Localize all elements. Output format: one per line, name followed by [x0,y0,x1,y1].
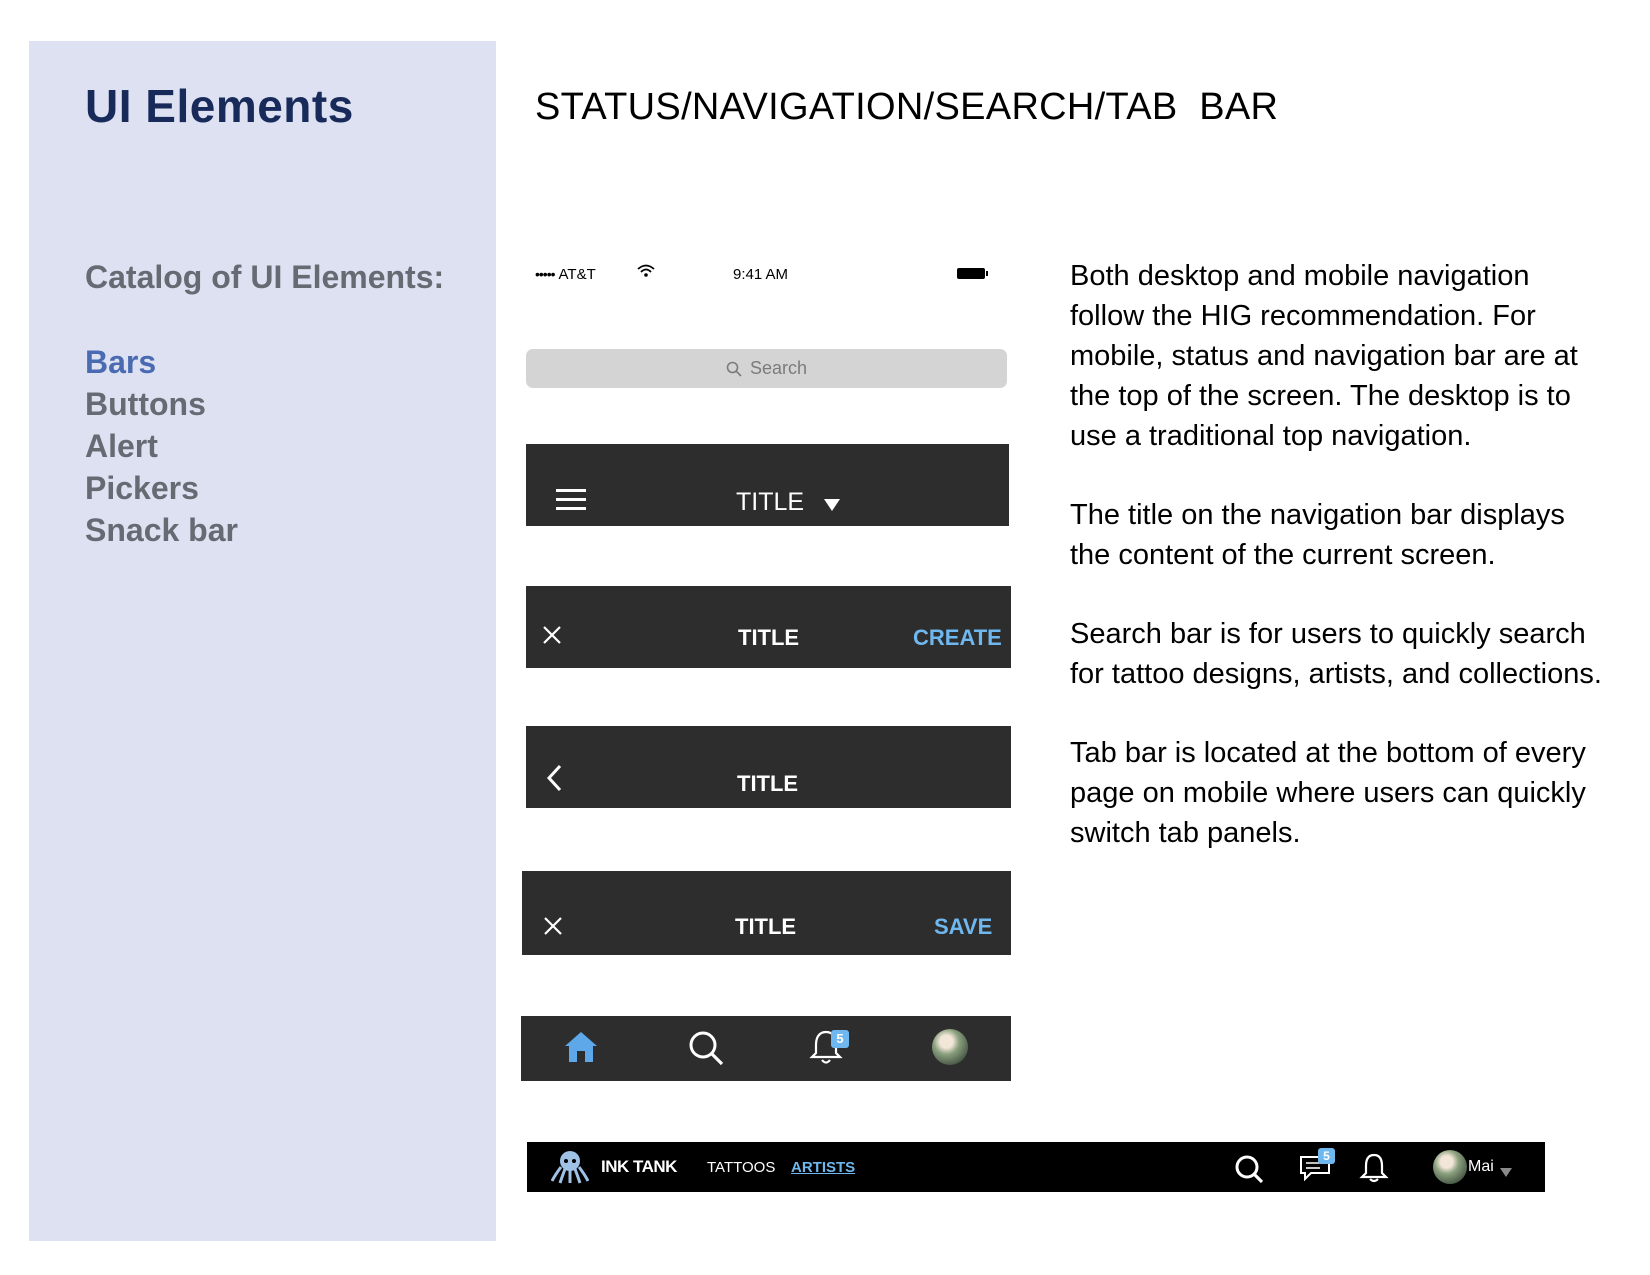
nav-bar-save: TITLE SAVE [522,871,1011,955]
catalog-item-pickers[interactable]: Pickers [85,467,238,509]
catalog-list: Bars Buttons Alert Pickers Snack bar [85,341,238,551]
page-title: STATUS/NAVIGATION/SEARCH/TAB BAR [535,86,1279,128]
search-icon [726,361,742,377]
desktop-nav-bar: INK TANK TATTOOS ARTISTS 5 Mai [527,1142,1545,1192]
nav-title: TITLE [738,625,800,650]
bell-icon[interactable] [1359,1153,1389,1188]
description-paragraph: The title on the navigation bar displays… [1070,499,1565,571]
message-badge: 5 [1318,1148,1335,1164]
sidebar: UI Elements Catalog of UI Elements: Bars… [29,41,496,1241]
nav-bar-menu: TITLE [526,444,1009,526]
catalog-item-bars[interactable]: Bars [85,341,238,383]
carrier-label: AT&T [558,266,596,283]
catalog-heading: Catalog of UI Elements: [85,259,445,295]
user-avatar[interactable] [1433,1150,1467,1184]
back-chevron-icon[interactable] [546,764,562,797]
search-bar[interactable]: Search [526,349,1007,388]
menu-icon[interactable] [556,488,586,517]
status-bar: ••••• AT&T 9:41 AM [535,262,995,288]
nav-title: TITLE [735,914,797,939]
octopus-logo-icon[interactable] [550,1149,590,1190]
notification-badge: 5 [831,1030,849,1048]
create-button[interactable]: CREATE [913,625,1002,651]
catalog-item-snack-bar[interactable]: Snack bar [85,509,238,551]
search-icon[interactable] [1234,1154,1264,1189]
tab-home-icon[interactable] [563,1030,599,1069]
description-paragraph: Both desktop and mobile navigation follo… [1070,260,1578,452]
sidebar-title: UI Elements [85,80,354,132]
carrier: ••••• AT&T [535,266,596,283]
status-time: 9:41 AM [733,266,789,283]
caret-down-icon[interactable] [824,498,840,516]
caret-down-icon[interactable] [1500,1164,1512,1182]
description-paragraph: Search bar is for users to quickly searc… [1070,618,1602,690]
nav-bar-back: TITLE [526,726,1011,808]
description-paragraph: Tab bar is located at the bottom of ever… [1070,737,1586,849]
signal-dots: ••••• [535,266,555,282]
close-icon[interactable] [543,626,561,649]
brand-name[interactable]: INK TANK [601,1157,677,1177]
close-icon[interactable] [544,917,562,940]
description: Both desktop and mobile navigation follo… [1070,256,1610,892]
user-name[interactable]: Mai [1468,1158,1494,1176]
nav-title: TITLE [736,488,805,516]
nav-link-tattoos[interactable]: TATTOOS [707,1159,775,1176]
catalog-item-alert[interactable]: Alert [85,425,238,467]
save-button[interactable]: SAVE [934,914,992,940]
nav-title: TITLE [737,771,799,796]
wifi-icon [637,264,655,282]
nav-bar-create: TITLE CREATE [526,586,1011,668]
tab-bar: 5 [521,1016,1011,1081]
search-placeholder: Search [749,358,808,378]
nav-link-artists[interactable]: ARTISTS [791,1159,855,1176]
catalog-item-buttons[interactable]: Buttons [85,383,238,425]
tab-profile-avatar[interactable] [932,1029,968,1065]
battery-icon [957,268,988,279]
tab-search-icon[interactable] [687,1029,725,1072]
